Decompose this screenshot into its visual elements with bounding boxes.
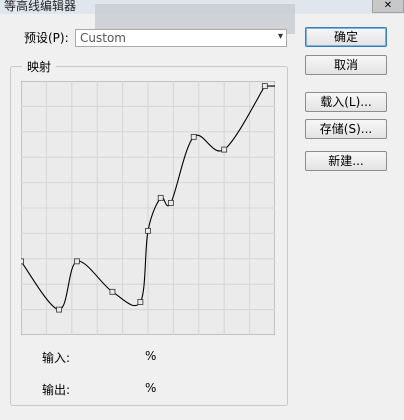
curve-anchor-point[interactable] [157, 194, 164, 201]
input-percent: % [145, 349, 157, 363]
load-button[interactable]: 载入(L)... [305, 92, 387, 112]
close-button[interactable]: ✕ [372, 0, 404, 13]
curve-anchor-point[interactable] [221, 146, 228, 153]
mapping-label: 映射 [22, 58, 57, 75]
contour-graph[interactable] [21, 81, 275, 335]
curve-anchor-point[interactable] [56, 306, 62, 313]
ok-button[interactable]: 确定 [305, 27, 387, 47]
window-title: 等高线编辑器 [4, 0, 77, 13]
output-label: 输出: [42, 383, 71, 397]
preset-select[interactable]: Custom ▾ [75, 29, 287, 47]
input-label: 输入: [42, 351, 71, 365]
new-button[interactable]: 新建... [305, 151, 387, 171]
cancel-button[interactable]: 取消 [305, 55, 387, 75]
preset-label: 预设(P): [24, 31, 69, 45]
preset-value: Custom [80, 31, 126, 45]
curve-anchor-point[interactable] [190, 133, 197, 140]
output-percent: % [145, 381, 157, 395]
curve-anchor-point[interactable] [167, 200, 174, 206]
curve-anchor-point[interactable] [145, 227, 151, 234]
curve-anchor-point[interactable] [137, 299, 144, 305]
curve-anchor-point[interactable] [261, 83, 268, 89]
curve-anchor-point[interactable] [21, 258, 24, 265]
curve-anchor-point[interactable] [73, 258, 80, 265]
curve-anchor-point[interactable] [109, 288, 116, 295]
chevron-down-icon: ▾ [277, 31, 283, 42]
save-button[interactable]: 存储(S)... [305, 119, 387, 139]
